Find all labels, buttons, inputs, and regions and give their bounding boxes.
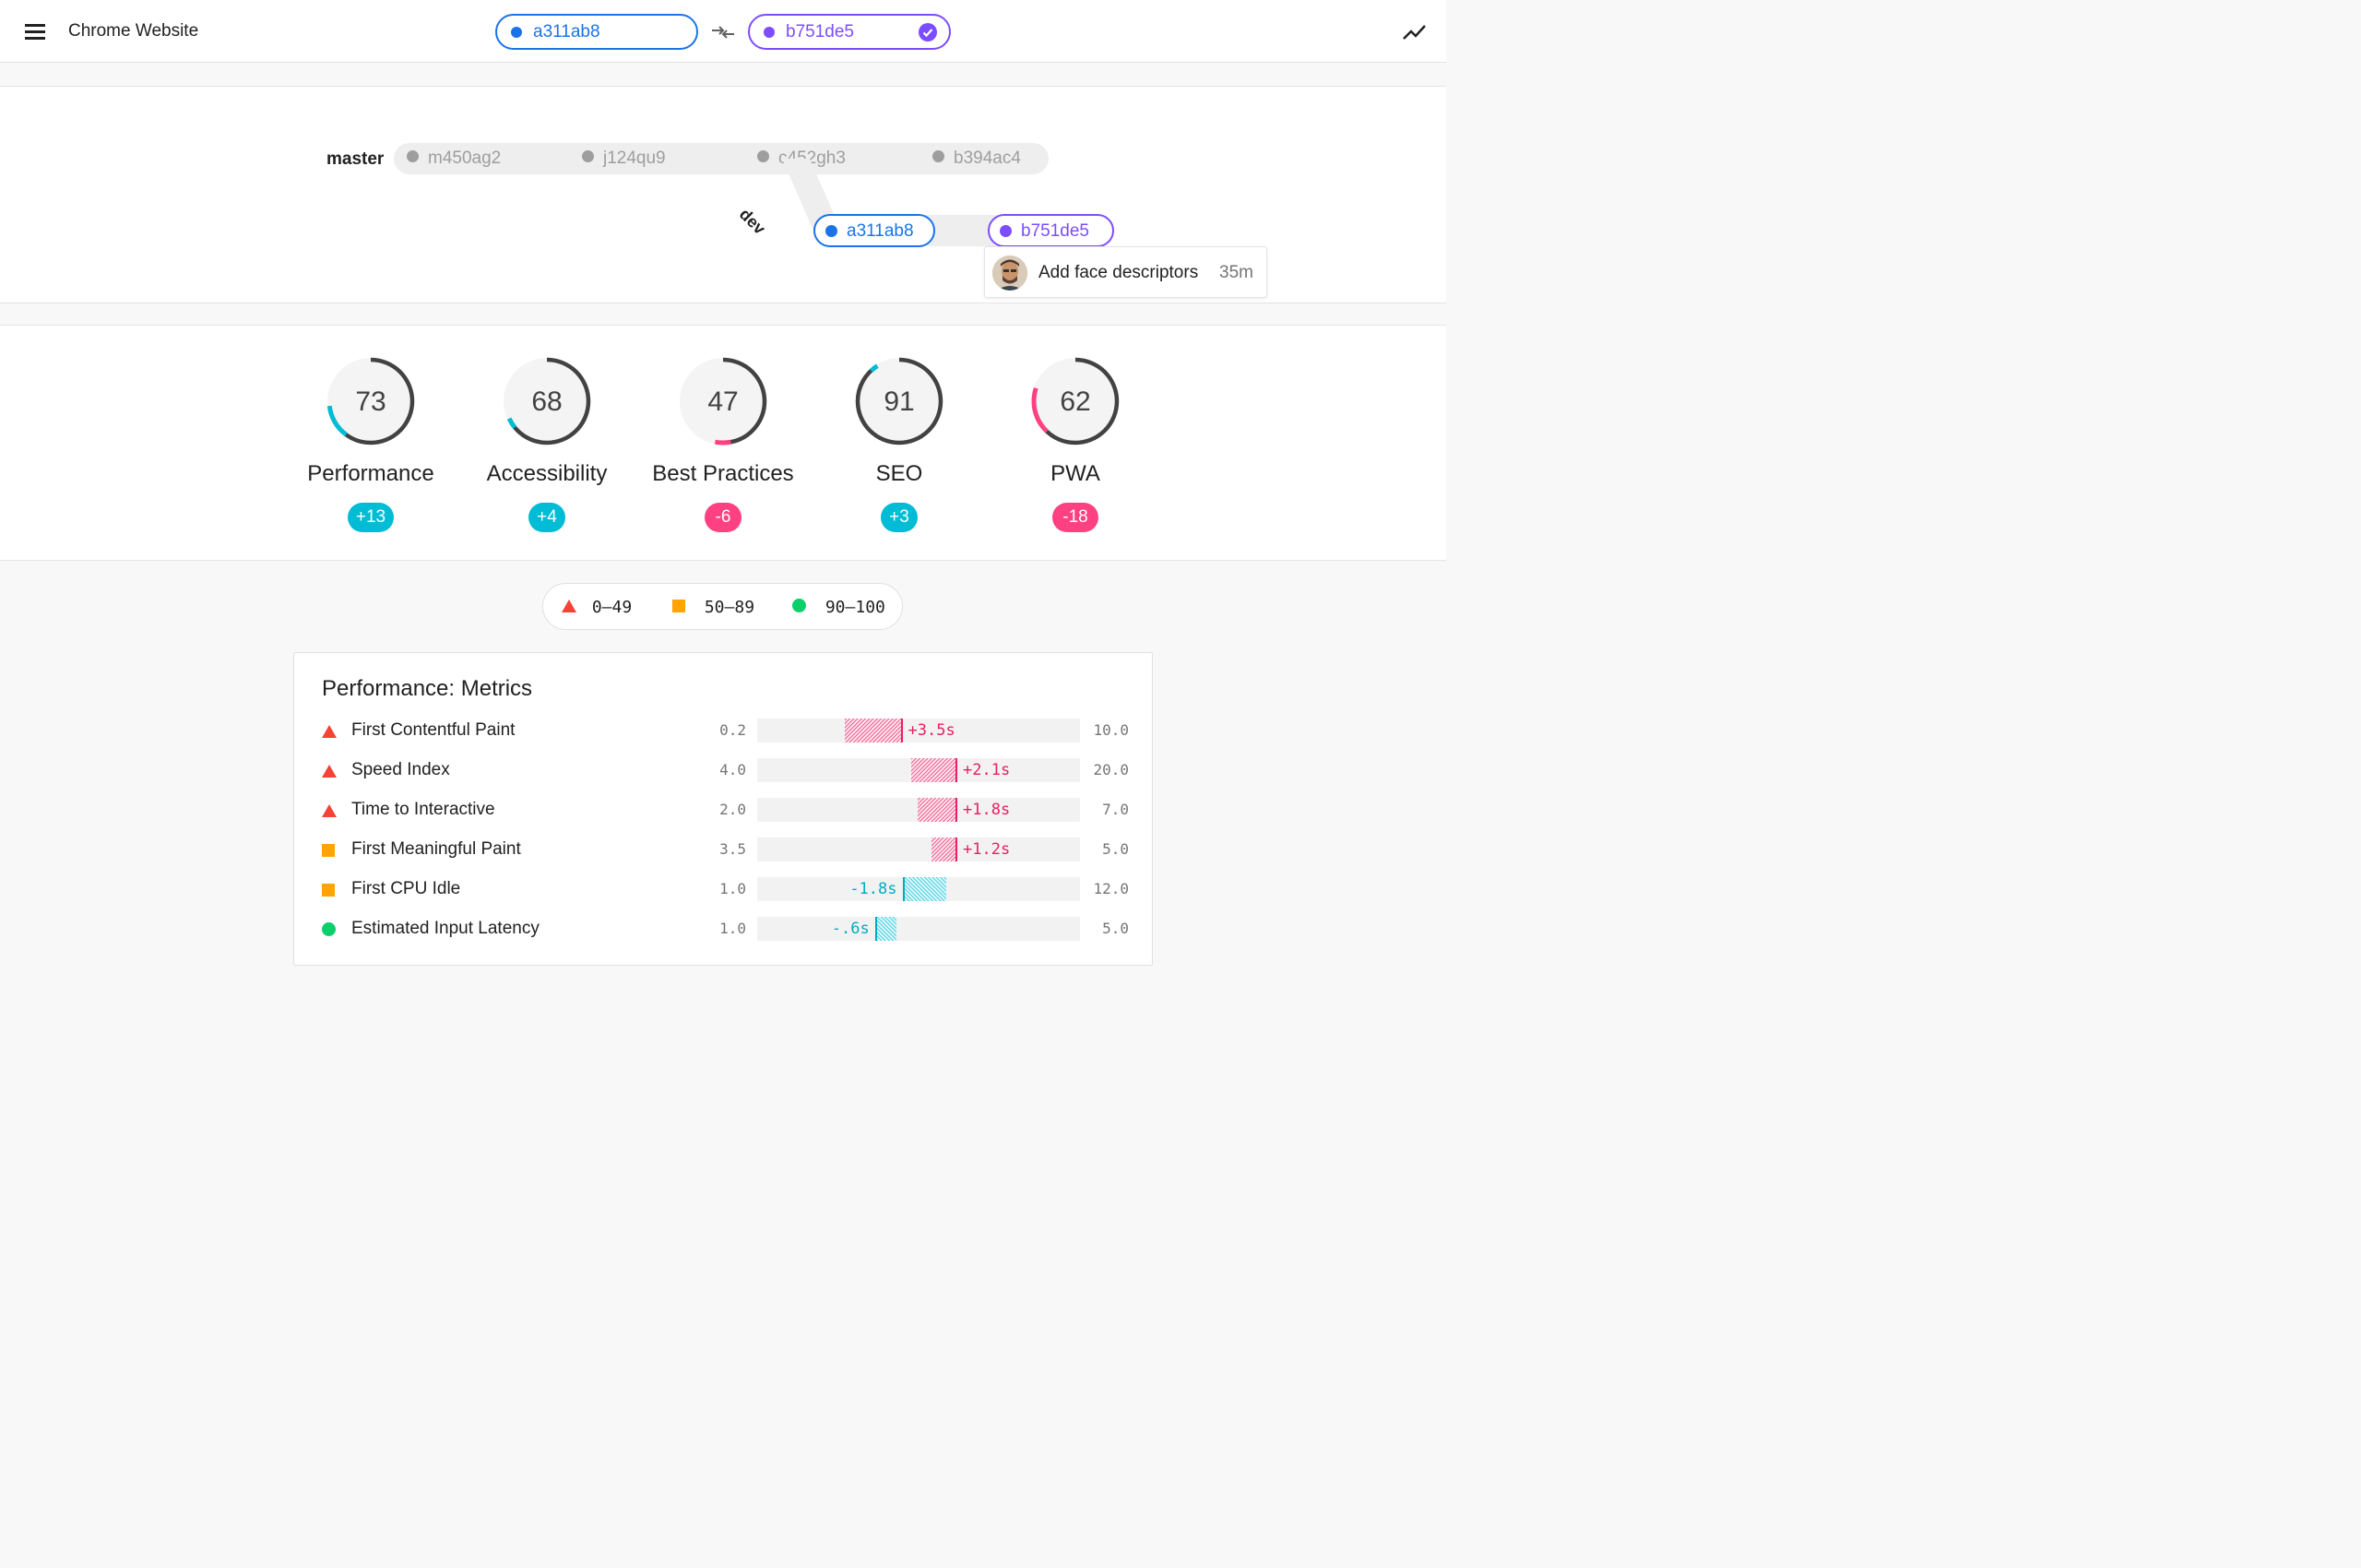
triangle-icon bbox=[322, 725, 337, 738]
legend-good: 90–100 bbox=[792, 598, 885, 617]
metric-delta-fill bbox=[917, 798, 957, 822]
metric-delta-bar: +1.8s bbox=[757, 798, 1080, 822]
commit-time: 35m bbox=[1219, 263, 1253, 282]
metric-range-max: 10.0 bbox=[1093, 721, 1129, 739]
metric-delta-bar: -.6s bbox=[757, 917, 1080, 941]
legend-poor: 0–49 bbox=[562, 598, 632, 617]
base-build-label: a311ab8 bbox=[533, 22, 600, 42]
build-graph: master m450ag2 j124qu9 c452gh3 b394ac4 d… bbox=[0, 86, 1446, 303]
metric-row[interactable]: Time to Interactive 2.0 +1.8s 7.0 bbox=[294, 797, 1154, 825]
branch-label-dev: dev bbox=[735, 205, 769, 239]
triangle-icon bbox=[562, 600, 576, 612]
metric-delta-fill bbox=[874, 917, 896, 941]
top-app-bar: Chrome Website a311ab8 b751de5 bbox=[0, 0, 1446, 63]
compare-build-label: b751de5 bbox=[786, 22, 854, 42]
metric-range-max: 20.0 bbox=[1093, 761, 1129, 778]
score-gauge[interactable]: 91 SEO +3 bbox=[807, 355, 991, 540]
score-value: 91 bbox=[884, 386, 915, 417]
score-category: PWA bbox=[1050, 461, 1100, 486]
metric-delta-label: +2.1s bbox=[963, 761, 1011, 779]
commit-node-base[interactable]: a311ab8 bbox=[813, 214, 935, 247]
commit-node[interactable]: j124qu9 bbox=[582, 148, 666, 169]
metric-name: Estimated Input Latency bbox=[351, 919, 540, 938]
performance-metrics-card: Performance: Metrics First Contentful Pa… bbox=[293, 652, 1153, 966]
metric-range-min: 2.0 bbox=[719, 801, 746, 818]
triangle-icon bbox=[322, 765, 337, 778]
check-icon bbox=[919, 23, 937, 42]
metric-delta-bar: -1.8s bbox=[757, 877, 1080, 901]
metric-range-max: 7.0 bbox=[1102, 801, 1129, 818]
metric-range-min: 3.5 bbox=[719, 840, 746, 858]
metrics-title: Performance: Metrics bbox=[322, 676, 533, 701]
metric-delta-label: +3.5s bbox=[908, 721, 955, 740]
metric-delta-label: +1.2s bbox=[963, 840, 1011, 859]
score-value: 73 bbox=[355, 386, 386, 417]
metric-name: Speed Index bbox=[351, 760, 450, 779]
square-icon bbox=[322, 884, 335, 897]
circle-icon bbox=[322, 922, 336, 936]
avatar bbox=[992, 255, 1027, 291]
metric-row[interactable]: First Meaningful Paint 3.5 +1.2s 5.0 bbox=[294, 837, 1154, 864]
metric-row[interactable]: Estimated Input Latency 1.0 -.6s 5.0 bbox=[294, 916, 1154, 944]
metric-delta-fill bbox=[844, 719, 903, 742]
metric-range-max: 5.0 bbox=[1102, 840, 1129, 858]
metric-delta-label: +1.8s bbox=[963, 801, 1011, 819]
category-scores: 73 Performance +13 68 Accessibility +4 47 Best … bbox=[0, 325, 1446, 561]
score-gauge[interactable]: 68 Accessibility +4 bbox=[455, 355, 639, 540]
app-title: Chrome Website bbox=[68, 21, 199, 41]
triangle-icon bbox=[322, 804, 337, 817]
commit-tooltip: Add face descriptors 35m bbox=[984, 246, 1267, 298]
compare-arrows-icon[interactable] bbox=[710, 22, 736, 42]
score-value: 62 bbox=[1060, 386, 1091, 417]
metric-name: First Contentful Paint bbox=[351, 720, 516, 740]
metric-row[interactable]: Speed Index 4.0 +2.1s 20.0 bbox=[294, 757, 1154, 785]
trending-icon[interactable] bbox=[1402, 22, 1428, 42]
score-delta-badge: -6 bbox=[705, 503, 742, 532]
metric-range-min: 1.0 bbox=[719, 920, 746, 937]
metric-range-min: 1.0 bbox=[719, 880, 746, 897]
metric-delta-label: -1.8s bbox=[849, 880, 897, 898]
score-value: 47 bbox=[707, 386, 739, 417]
score-delta-badge: +3 bbox=[881, 503, 918, 532]
compare-build-dot bbox=[764, 27, 775, 38]
base-build-selector[interactable]: a311ab8 bbox=[495, 14, 698, 50]
score-value: 68 bbox=[531, 386, 563, 417]
score-delta-badge: +4 bbox=[528, 503, 565, 532]
metric-row[interactable]: First CPU Idle 1.0 -1.8s 12.0 bbox=[294, 876, 1154, 904]
commit-node[interactable]: m450ag2 bbox=[407, 148, 501, 169]
square-icon bbox=[322, 844, 335, 857]
branch-label-master: master bbox=[326, 149, 385, 169]
score-legend: 0–49 50–89 90–100 bbox=[542, 583, 903, 630]
metric-delta-bar: +2.1s bbox=[757, 758, 1080, 782]
compare-build-selector[interactable]: b751de5 bbox=[748, 14, 951, 50]
metric-range-min: 0.2 bbox=[719, 721, 746, 739]
commit-node-compare[interactable]: b751de5 bbox=[988, 214, 1114, 247]
metric-delta-fill bbox=[931, 837, 957, 861]
circle-icon bbox=[792, 599, 806, 612]
square-icon bbox=[672, 600, 685, 612]
metric-delta-fill bbox=[910, 758, 957, 782]
metric-name: First Meaningful Paint bbox=[351, 839, 521, 859]
metric-range-min: 4.0 bbox=[719, 761, 746, 778]
metric-delta-label: -.6s bbox=[831, 920, 870, 938]
score-gauge[interactable]: 73 Performance +13 bbox=[279, 355, 463, 540]
metric-range-max: 12.0 bbox=[1093, 880, 1129, 897]
commit-message: Add face descriptors bbox=[1038, 263, 1199, 282]
metric-row[interactable]: First Contentful Paint 0.2 +3.5s 10.0 bbox=[294, 718, 1154, 745]
commit-node[interactable]: b394ac4 bbox=[932, 148, 1021, 169]
legend-average: 50–89 bbox=[672, 598, 754, 617]
score-delta-badge: +13 bbox=[348, 503, 394, 532]
metric-delta-fill bbox=[902, 877, 947, 901]
menu-icon[interactable] bbox=[24, 22, 48, 41]
score-gauge[interactable]: 47 Best Practices -6 bbox=[631, 355, 815, 540]
base-build-dot bbox=[511, 27, 522, 38]
metric-delta-bar: +3.5s bbox=[757, 719, 1080, 742]
metric-name: First CPU Idle bbox=[351, 879, 461, 898]
metric-range-max: 5.0 bbox=[1102, 920, 1129, 937]
score-delta-badge: -18 bbox=[1052, 503, 1098, 532]
metric-name: Time to Interactive bbox=[351, 800, 495, 819]
score-gauge[interactable]: 62 PWA -18 bbox=[983, 355, 1168, 540]
metric-delta-bar: +1.2s bbox=[757, 837, 1080, 861]
